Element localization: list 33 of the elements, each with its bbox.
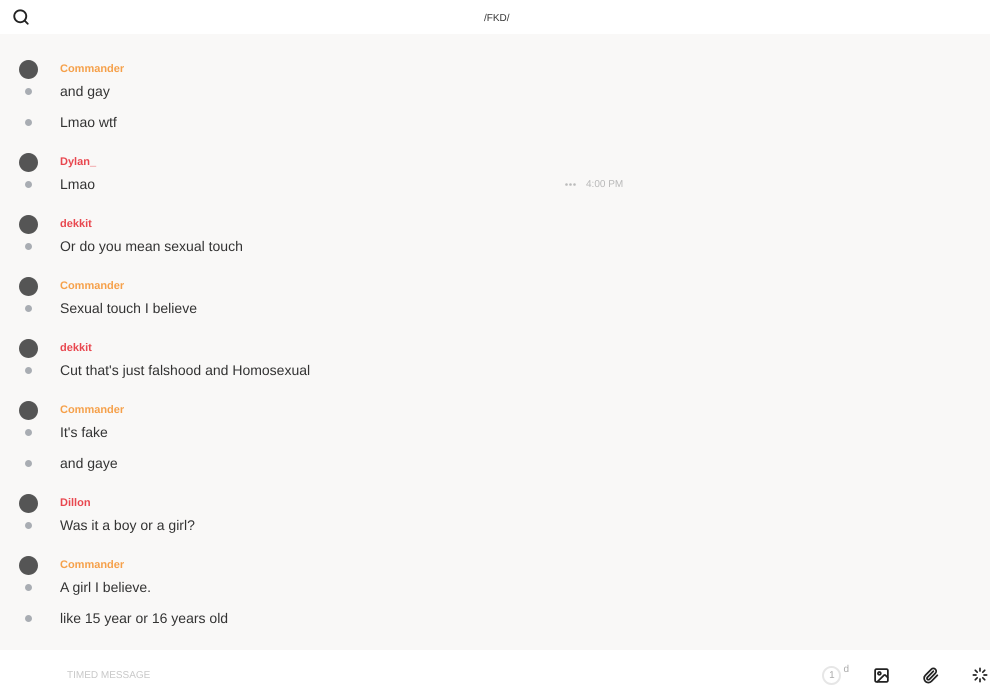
avatar — [19, 494, 38, 512]
message-text: and gaye — [60, 454, 118, 473]
sender-name: Commander — [60, 558, 124, 573]
avatar — [19, 214, 38, 234]
avatar — [19, 152, 38, 172]
paperclip-icon[interactable] — [922, 666, 939, 684]
message-text: like 15 year or 16 years old — [60, 609, 228, 628]
message-text: Or do you mean sexual touch — [60, 237, 243, 256]
sender-name: dekkit — [60, 216, 92, 232]
image-icon[interactable] — [873, 666, 890, 684]
avatar — [19, 400, 38, 420]
message-text: Was it a boy or a girl? — [60, 516, 195, 535]
message-text: Cut that's just falshood and Homosexual — [60, 361, 310, 380]
avatar — [19, 556, 38, 574]
avatar — [19, 60, 38, 78]
message-text: Lmao — [60, 175, 96, 194]
sender-name: dekkit — [60, 340, 92, 356]
avatar — [19, 276, 38, 296]
sender-name: Dylan_ — [60, 154, 96, 170]
spinner-icon[interactable] — [972, 667, 988, 683]
avatar — [19, 338, 38, 358]
message-text: A girl I believe. — [60, 578, 152, 597]
search-icon[interactable] — [12, 8, 30, 26]
message-text: and gay — [60, 82, 110, 101]
channel-title: /FKD/ — [484, 12, 510, 26]
sender-name: Dillon — [60, 496, 91, 511]
sender-name: Commander — [60, 62, 124, 77]
message-text: Sexual touch I believe — [60, 299, 197, 318]
message-text: It's fake — [60, 423, 108, 442]
message-text: Lmao wtf — [60, 113, 117, 132]
message-time: 4:00 PM — [586, 178, 624, 192]
sender-name: Commander — [60, 402, 124, 418]
sender-name: Commander — [60, 278, 124, 294]
